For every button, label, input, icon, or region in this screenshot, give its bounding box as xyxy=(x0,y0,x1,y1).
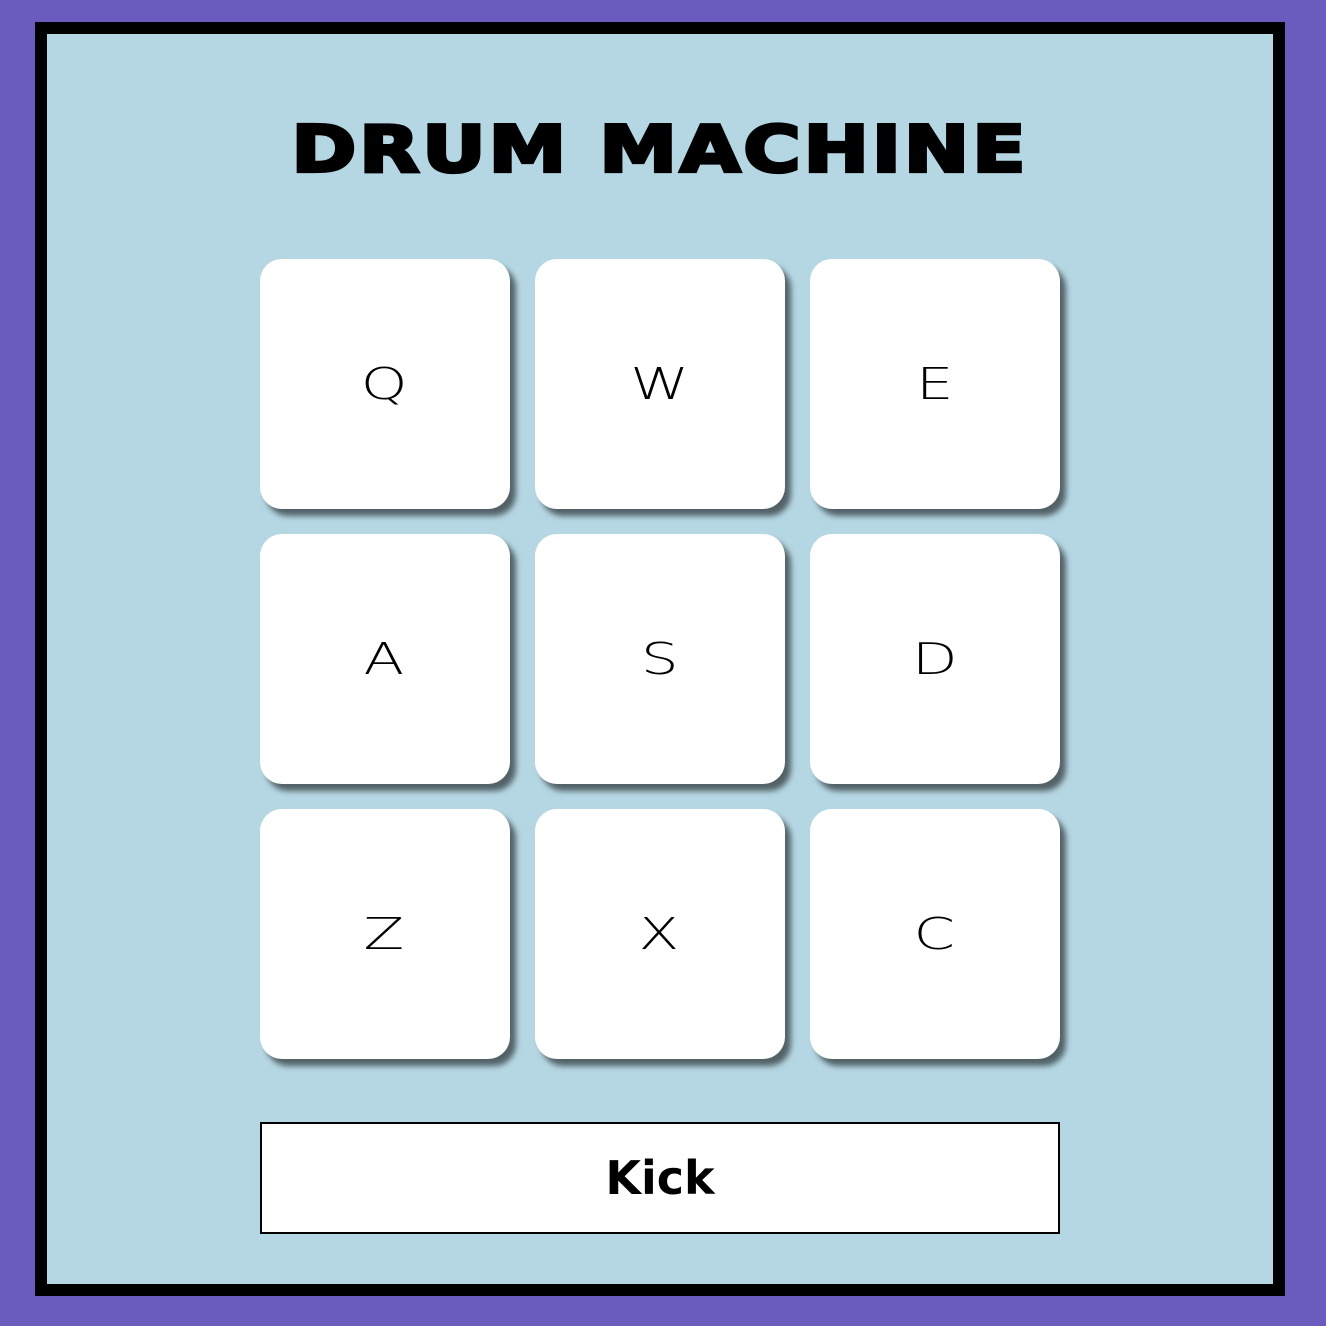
drum-pad-c[interactable]: C xyxy=(810,809,1060,1059)
sound-name: Kick xyxy=(605,1151,715,1205)
drum-pad-x[interactable]: X xyxy=(535,809,785,1059)
pad-label: C xyxy=(913,908,957,960)
drum-pad-s[interactable]: S xyxy=(535,534,785,784)
drum-pad-e[interactable]: E xyxy=(810,259,1060,509)
pad-label: X xyxy=(638,908,682,960)
pad-label: A xyxy=(363,633,406,685)
pad-label: S xyxy=(640,633,680,685)
drum-pad-d[interactable]: D xyxy=(810,534,1060,784)
pad-label: Q xyxy=(360,358,410,410)
drum-pad-w[interactable]: W xyxy=(535,259,785,509)
drum-pad-z[interactable]: Z xyxy=(260,809,510,1059)
drum-pad-a[interactable]: A xyxy=(260,534,510,784)
drum-machine: DRUM MACHINE Q W E A S D Z X C Kick xyxy=(35,22,1285,1296)
pad-label: W xyxy=(629,358,691,410)
page-title: DRUM MACHINE xyxy=(289,111,1029,188)
pad-label: E xyxy=(915,358,955,410)
drum-pad-q[interactable]: Q xyxy=(260,259,510,509)
pad-label: D xyxy=(911,633,959,685)
sound-display: Kick xyxy=(260,1122,1060,1234)
pad-grid: Q W E A S D Z X C xyxy=(260,259,1060,1059)
pad-label: Z xyxy=(363,908,407,960)
